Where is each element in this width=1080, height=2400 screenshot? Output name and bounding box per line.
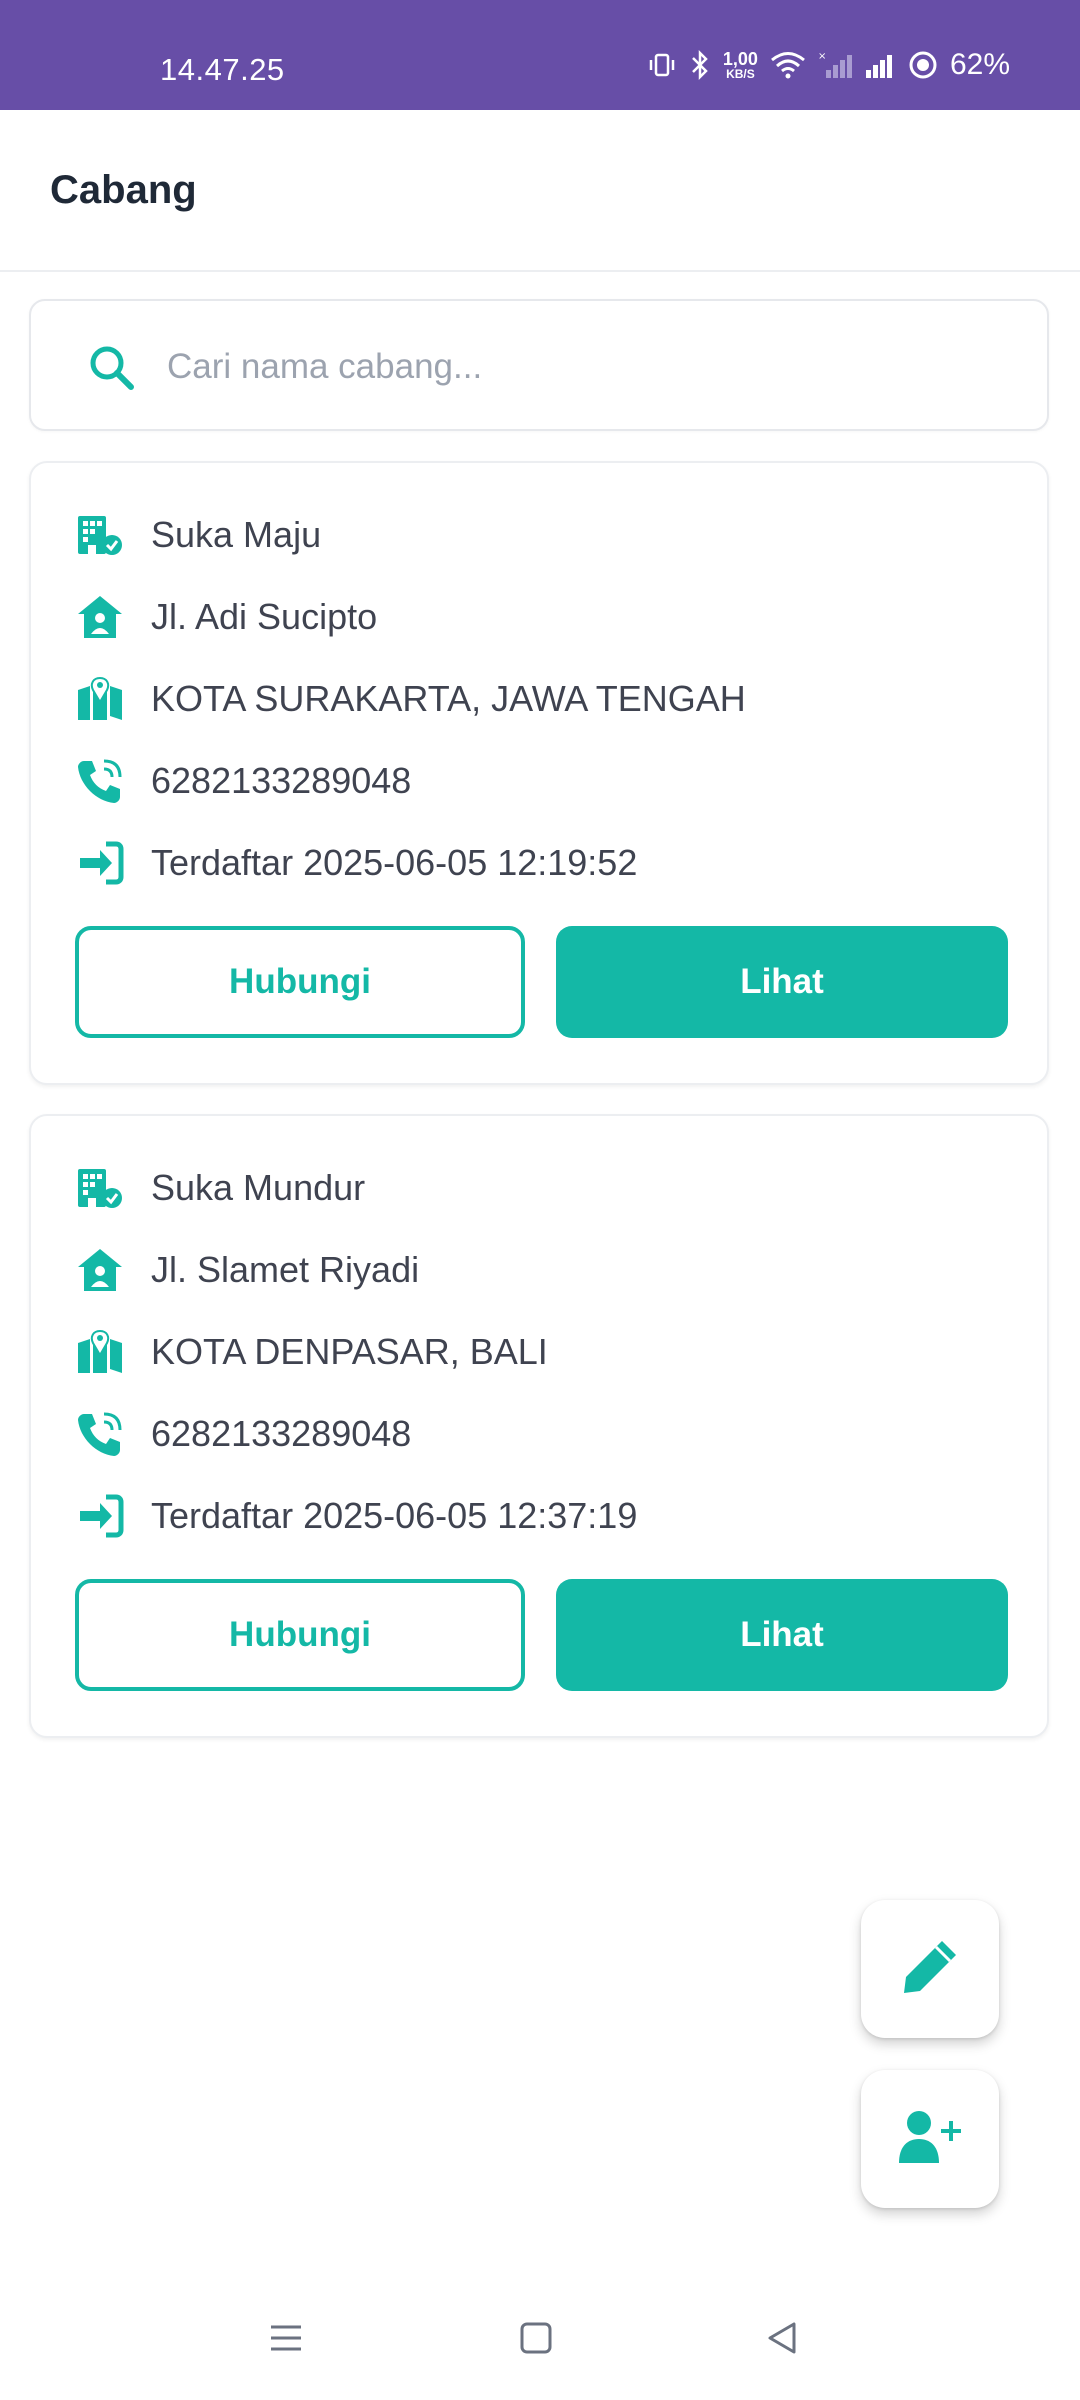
- home-nav-icon[interactable]: [518, 2320, 554, 2361]
- branch-region-row: KOTA DENPASAR, BALI: [75, 1322, 548, 1382]
- contact-button[interactable]: Hubungi: [75, 1579, 525, 1691]
- branch-name: Suka Maju: [151, 514, 322, 555]
- menu-nav-icon[interactable]: [268, 2320, 304, 2361]
- branch-address-row: Jl. Slamet Riyadi: [75, 1240, 419, 1300]
- wifi-icon: [770, 50, 806, 80]
- branch-address-row: Jl. Adi Sucipto: [75, 587, 377, 647]
- branch-phone: 6282133289048: [151, 760, 412, 801]
- branch-address: Jl. Adi Sucipto: [151, 596, 378, 637]
- branch-card: Suka Mundur Jl. Slamet Riyadi KOTA DENPA…: [29, 1114, 1049, 1738]
- house-user-icon: [75, 592, 125, 642]
- branch-region-row: KOTA SURAKARTA, JAWA TENGAH: [75, 669, 746, 729]
- page-title: Cabang: [50, 168, 197, 212]
- branch-phone-row: 6282133289048: [75, 751, 411, 811]
- status-bar: 14.47.25 1,00 KB/S × 62%: [0, 0, 1080, 110]
- add-user-fab-button[interactable]: [861, 2070, 999, 2208]
- branch-phone-row: 6282133289048: [75, 1404, 411, 1464]
- net-speed: 1,00 KB/S: [723, 50, 758, 80]
- branch-region: KOTA DENPASAR, BALI: [151, 1331, 548, 1372]
- view-button[interactable]: Lihat: [556, 926, 1008, 1038]
- edit-fab-button[interactable]: [861, 1900, 999, 2038]
- branch-card: Suka Maju Jl. Adi Sucipto KOTA SURAKARTA…: [29, 461, 1049, 1085]
- building-check-icon: [75, 510, 125, 560]
- building-check-icon: [75, 1163, 125, 1213]
- system-nav-bar: [0, 2290, 1080, 2400]
- search-input[interactable]: Cari nama cabang...: [29, 299, 1049, 431]
- bluetooth-icon: [689, 49, 711, 81]
- battery-percent: 62%: [949, 48, 1010, 81]
- user-plus-icon: [897, 2109, 963, 2170]
- back-nav-icon[interactable]: [764, 2320, 800, 2361]
- signal-weak-icon: ×: [818, 50, 852, 80]
- branch-registered: Terdaftar 2025-06-05 12:19:52: [151, 842, 638, 883]
- branch-address: Jl. Slamet Riyadi: [151, 1249, 420, 1290]
- phone-volume-icon: [75, 756, 125, 806]
- svg-text:×: ×: [818, 51, 826, 62]
- status-time: 14.47.25: [160, 52, 285, 87]
- phone-volume-icon: [75, 1409, 125, 1459]
- search-icon: [87, 343, 137, 398]
- map-location-icon: [75, 1327, 125, 1377]
- search-placeholder: Cari nama cabang...: [167, 347, 483, 386]
- signal-icon: [864, 50, 896, 80]
- branch-phone: 6282133289048: [151, 1413, 412, 1454]
- house-user-icon: [75, 1245, 125, 1295]
- branch-registered-row: Terdaftar 2025-06-05 12:37:19: [75, 1486, 637, 1546]
- app-header: Cabang: [0, 110, 1080, 272]
- pencil-icon: [898, 1935, 962, 2004]
- map-location-icon: [75, 674, 125, 724]
- branch-name-row: Suka Maju: [75, 505, 321, 565]
- vibrate-icon: [647, 50, 677, 80]
- branch-name-row: Suka Mundur: [75, 1158, 365, 1218]
- battery-icon: [908, 50, 938, 80]
- status-icons: 1,00 KB/S × 62%: [647, 48, 1010, 82]
- branch-name: Suka Mundur: [151, 1167, 366, 1208]
- sign-in-icon: [75, 1491, 125, 1541]
- branch-registered: Terdaftar 2025-06-05 12:37:19: [151, 1495, 638, 1536]
- view-button[interactable]: Lihat: [556, 1579, 1008, 1691]
- net-speed-value: 1,00: [722, 49, 758, 69]
- branch-registered-row: Terdaftar 2025-06-05 12:19:52: [75, 833, 637, 893]
- contact-button[interactable]: Hubungi: [75, 926, 525, 1038]
- sign-in-icon: [75, 838, 125, 888]
- net-speed-unit: KB/S: [726, 67, 755, 81]
- branch-region: KOTA SURAKARTA, JAWA TENGAH: [151, 678, 746, 719]
